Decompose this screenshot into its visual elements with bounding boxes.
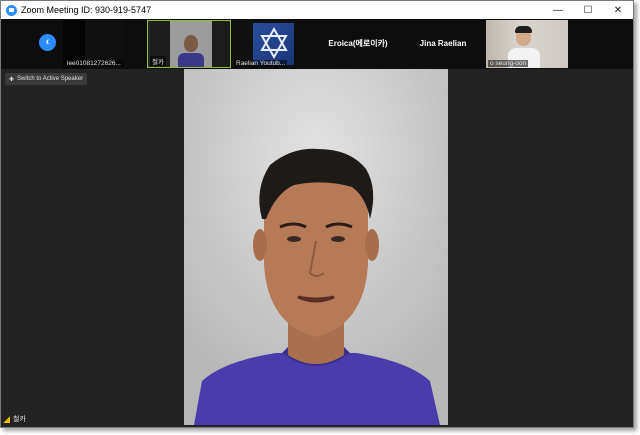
participant-face bbox=[184, 35, 198, 52]
participant-name: Raelian Youtub... bbox=[234, 60, 288, 67]
participant-tile[interactable]: lee01081272626... bbox=[63, 20, 123, 68]
speaker-view: ✚ Switch to Active Speaker 철카 bbox=[1, 69, 633, 427]
active-speaker-name: 철카 bbox=[13, 416, 26, 423]
signal-strength-icon bbox=[3, 415, 10, 423]
participant-name: o seung-oon bbox=[488, 60, 529, 67]
participant-tile[interactable]: o seung-oon bbox=[486, 20, 568, 68]
close-button[interactable]: ✕ bbox=[603, 1, 633, 19]
window-controls: — ☐ ✕ bbox=[543, 1, 633, 19]
active-speaker-label: 철카 bbox=[3, 414, 26, 424]
star-of-david-icon bbox=[260, 26, 288, 60]
raelian-logo-icon bbox=[253, 23, 294, 65]
participant-name: 철카 bbox=[150, 56, 166, 66]
participant-tile-name-only[interactable]: Jina Raelian bbox=[401, 19, 485, 67]
maximize-button[interactable]: ☐ bbox=[573, 1, 603, 19]
window-title: Zoom Meeting ID: 930-919-5747 bbox=[21, 5, 152, 15]
title-bar: Zoom Meeting ID: 930-919-5747 — ☐ ✕ bbox=[1, 1, 633, 19]
participant-strip: ‹ lee01081272626... 철카 Raelian Youtub... bbox=[1, 19, 633, 69]
previous-page-button[interactable]: ‹ bbox=[39, 34, 56, 51]
zoom-app-icon bbox=[6, 4, 17, 16]
active-speaker-video bbox=[184, 69, 448, 425]
zoom-window: Zoom Meeting ID: 930-919-5747 — ☐ ✕ ‹ le… bbox=[0, 0, 634, 428]
participant-name: lee01081272626... bbox=[65, 60, 123, 67]
participant-tile[interactable]: Raelian Youtub... bbox=[232, 20, 294, 68]
switch-label: Switch to Active Speaker bbox=[17, 76, 84, 82]
speaker-figure bbox=[184, 69, 448, 425]
participant-shirt bbox=[178, 53, 204, 67]
participant-tile-active[interactable]: 철카 bbox=[147, 20, 231, 68]
minimize-button[interactable]: — bbox=[543, 1, 573, 19]
participant-tile-name-only[interactable]: Eroica(에로이카) bbox=[316, 19, 400, 67]
participant-hair bbox=[515, 26, 532, 33]
pin-icon: ✚ bbox=[9, 76, 15, 83]
switch-to-active-speaker-button[interactable]: ✚ Switch to Active Speaker bbox=[5, 73, 88, 85]
